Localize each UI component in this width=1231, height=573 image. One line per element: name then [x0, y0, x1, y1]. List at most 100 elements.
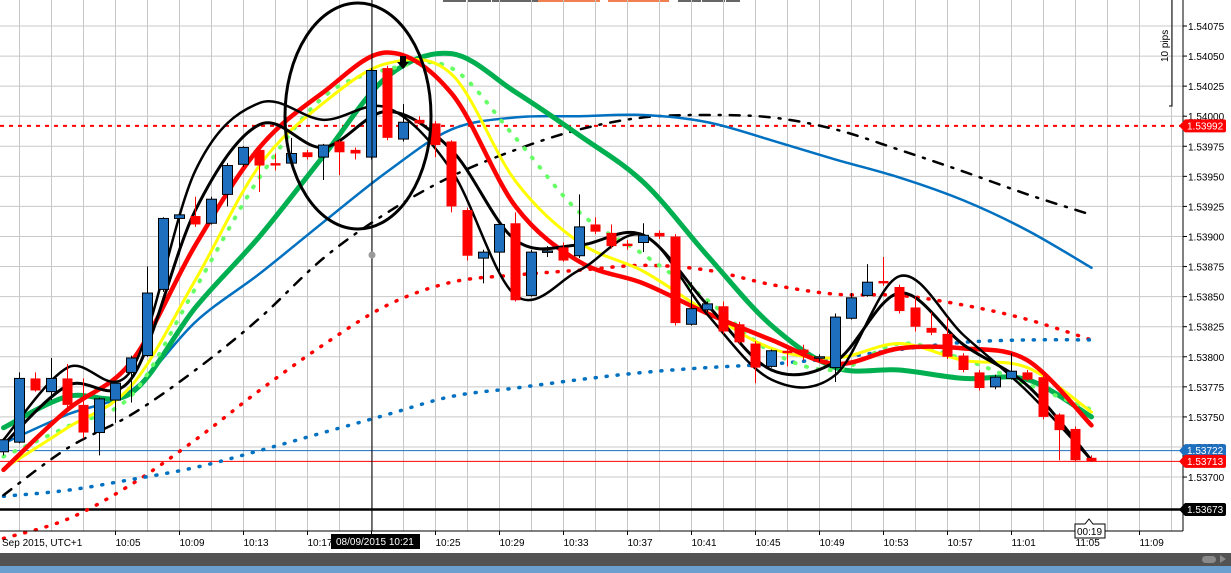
toolbar-item[interactable] [443, 0, 466, 2]
candle-bearish [894, 284, 905, 314]
crosshair-time-text: 08/09/2015 10:21 [336, 537, 414, 548]
candle-bearish [78, 378, 89, 439]
support-line-tag: 1.53673 [1179, 503, 1226, 517]
candle-bearish [334, 140, 345, 176]
candle-body [910, 307, 921, 327]
candle-body [958, 355, 969, 371]
toolbar-item[interactable] [468, 0, 491, 2]
price-tick-label: 1.54050 [1188, 52, 1225, 63]
candle-body [846, 297, 857, 319]
time-tick-label: 10:53 [884, 538, 909, 549]
candle-bullish [862, 264, 873, 297]
candle-bearish [590, 217, 601, 235]
toolbar-remnants [443, 0, 740, 2]
candle-body [174, 214, 185, 219]
candle-body [814, 356, 825, 359]
toolbar-item[interactable] [726, 0, 740, 2]
candle-bearish [1054, 413, 1065, 461]
candle-body [926, 327, 937, 333]
candle-timer-text: 00:19 [1077, 527, 1102, 538]
candle-body [702, 303, 713, 311]
toolbar-item[interactable] [702, 0, 725, 2]
candle-body [142, 292, 153, 357]
candle-body [0, 439, 9, 453]
candle-body [14, 377, 25, 443]
toolbar-item[interactable] [492, 0, 515, 2]
candle-body [1022, 372, 1033, 380]
crosshair-dot[interactable] [368, 251, 376, 259]
crosshair-time-label: 08/09/2015 10:21 [331, 534, 420, 549]
scroll-right-arrow-icon[interactable] [1220, 555, 1226, 563]
candle-bullish [990, 374, 1001, 390]
price-tag-label: 1.53992 [1187, 121, 1224, 132]
blue-dotted-ma [1, 338, 1094, 499]
candle-body [574, 226, 585, 257]
price-tick-label: 1.53975 [1188, 142, 1225, 153]
time-tick-label: 10:41 [692, 538, 717, 549]
candle-body [670, 236, 681, 324]
candle-bearish [958, 353, 969, 373]
candle-body [974, 372, 985, 389]
price-tick-label: 1.53700 [1188, 473, 1225, 484]
pips-ruler: 10 pips [1160, 0, 1173, 107]
candle-bullish [206, 196, 217, 225]
horizontal-scrollbar[interactable] [0, 553, 1231, 566]
time-tick-label: 10:25 [436, 538, 461, 549]
candle-body [398, 121, 409, 140]
candle-bullish [526, 249, 537, 297]
candle-body [254, 149, 265, 166]
candle-bearish [750, 341, 761, 384]
candle-body [446, 141, 457, 207]
candle-body [110, 382, 121, 401]
price-chart[interactable]: 10 pips 1.540751.540501.540251.540001.53… [0, 0, 1231, 553]
candle-body [878, 280, 889, 284]
candle-body [1086, 457, 1097, 462]
candle-body [126, 357, 137, 373]
candle-body [750, 343, 761, 368]
price-tick-label: 1.53750 [1188, 413, 1225, 424]
price-tick-label: 1.53950 [1188, 172, 1225, 183]
time-tick-label: 10:13 [244, 538, 269, 549]
toolbar-item[interactable] [515, 0, 538, 2]
candle-bearish [1022, 370, 1033, 381]
scroll-thumb[interactable] [1202, 556, 1216, 563]
candle-body [350, 149, 361, 154]
ruler-label: 10 pips [1160, 30, 1171, 62]
time-axis[interactable]: 10:0510:0910:1310:1710:2110:2510:2910:33… [115, 531, 1165, 549]
candle-bearish [382, 65, 393, 141]
candle-bearish [510, 212, 521, 302]
candle-body [222, 165, 233, 195]
price-tick-label: 1.53775 [1188, 383, 1225, 394]
time-tick-label: 10:45 [756, 538, 781, 549]
candle-body [78, 404, 89, 433]
candle-body [158, 217, 169, 290]
time-tick-label: 10:05 [116, 538, 141, 549]
candle-bullish [142, 266, 153, 357]
candle-body [894, 287, 905, 312]
candle-body [862, 281, 873, 296]
bid-line-tag: 1.53713 [1179, 454, 1226, 468]
candle-body [1006, 370, 1017, 379]
candle-bullish [158, 217, 169, 292]
candle-body [990, 376, 1001, 388]
candle-body [238, 146, 249, 165]
candle-body [414, 119, 425, 124]
candle-body [590, 224, 601, 232]
toolbar-item-active[interactable] [538, 0, 600, 2]
time-tick-label: 10:17 [308, 538, 333, 549]
candle-bearish [606, 224, 617, 249]
candle-body [270, 163, 281, 166]
candle-bearish [670, 234, 681, 326]
time-tick-label: 11:09 [1140, 538, 1165, 549]
taskbar-strip [0, 566, 1231, 573]
toolbar-item[interactable] [678, 0, 701, 2]
candle-body [606, 232, 617, 247]
price-tick-label: 1.53825 [1188, 323, 1225, 334]
price-tick-label: 1.53925 [1188, 202, 1225, 213]
price-tag-label: 1.53673 [1187, 505, 1224, 516]
price-tick-label: 1.53800 [1188, 353, 1225, 364]
price-axis[interactable]: 1.540751.540501.540251.540001.539751.539… [1183, 22, 1225, 484]
candle-bearish [622, 240, 633, 250]
time-tick-label: 10:49 [820, 538, 845, 549]
candle-body [638, 234, 649, 244]
